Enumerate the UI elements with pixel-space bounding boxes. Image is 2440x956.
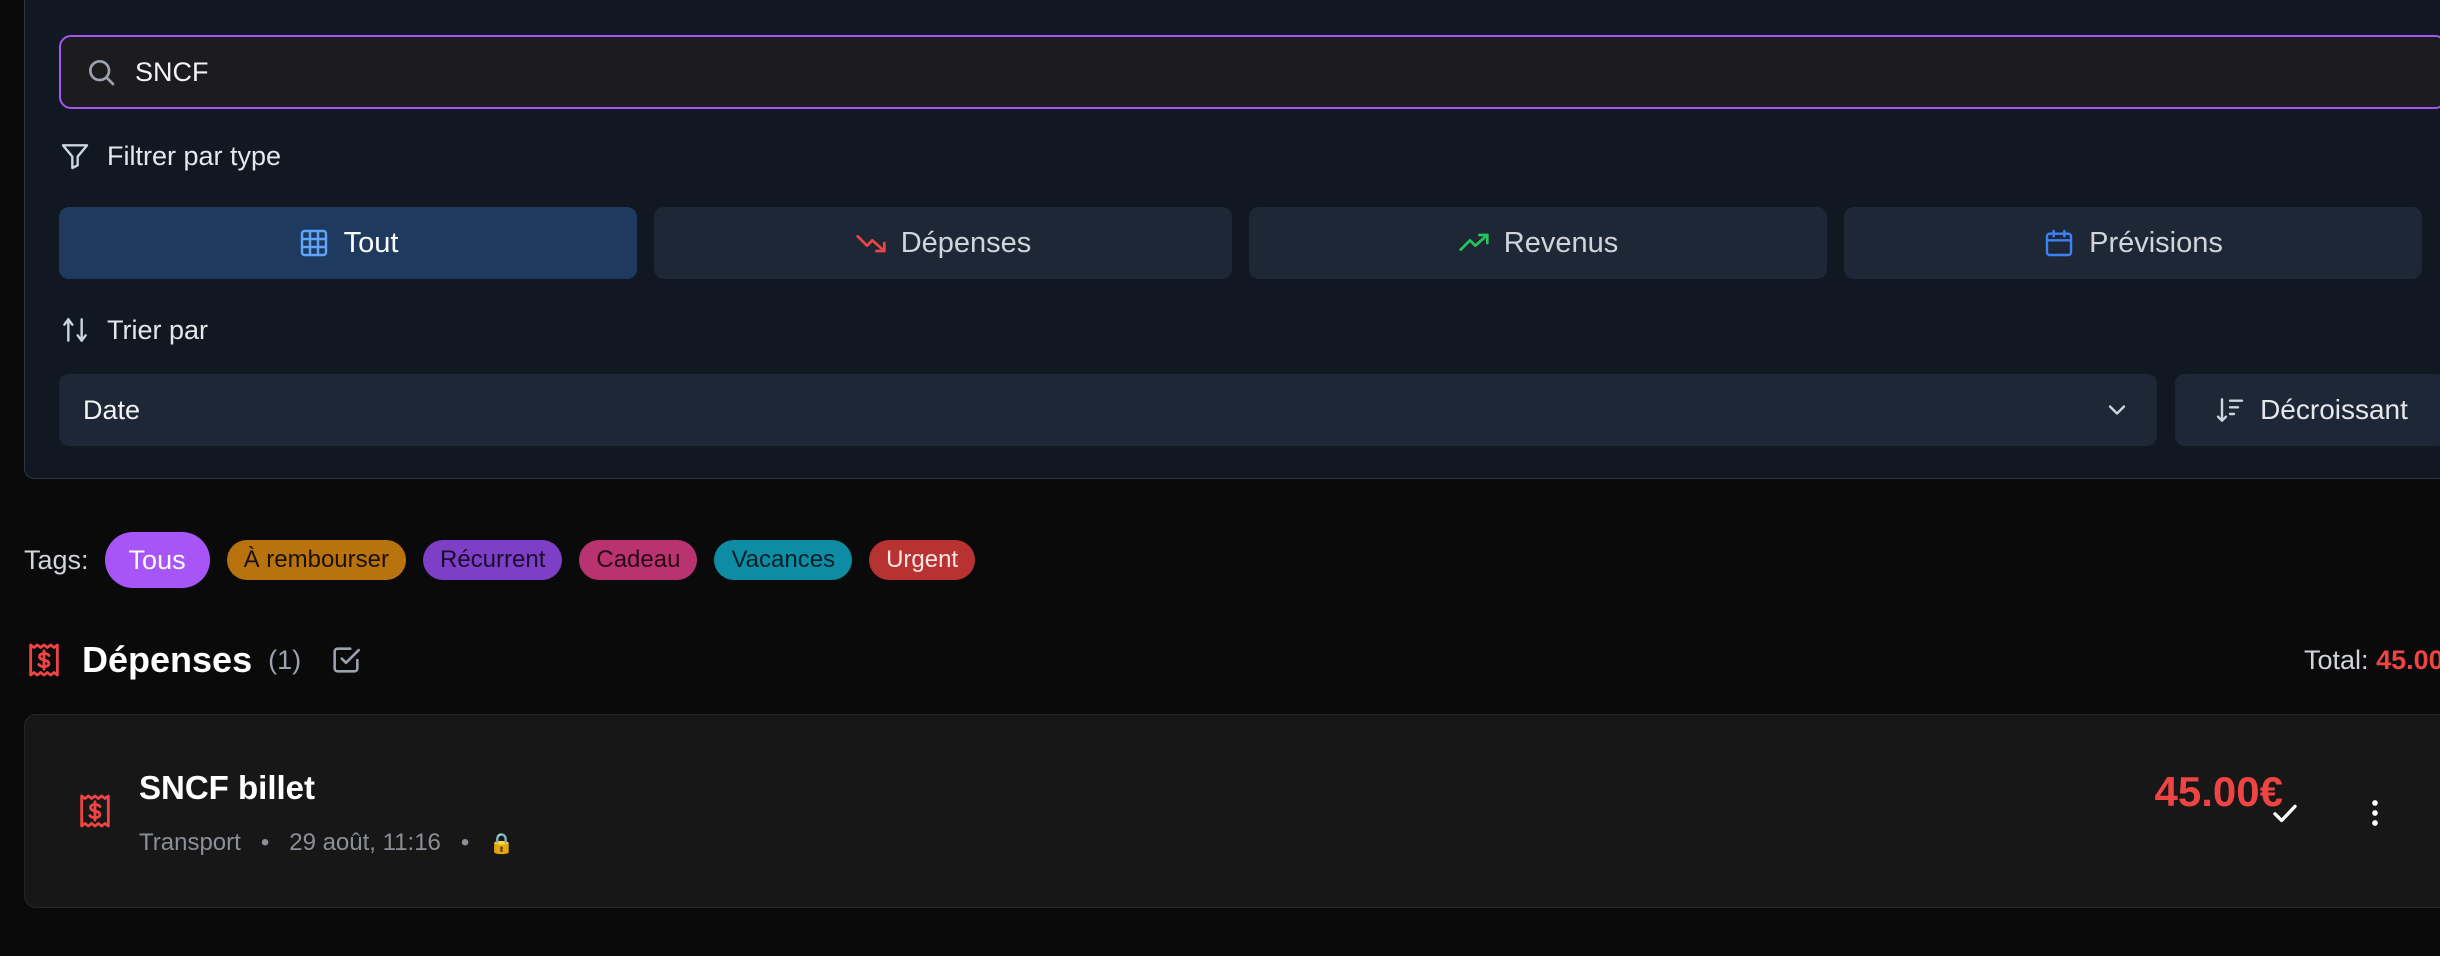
expenses-section-header: Dépenses (1) Total: 45.00€ [24, 632, 2440, 688]
filter-type-income[interactable]: Revenus [1249, 207, 1827, 279]
search-input[interactable] [135, 56, 2335, 88]
sort-label: Trier par [59, 314, 208, 346]
transaction-card[interactable]: SNCF billet Transport • 29 août, 11:16 •… [24, 714, 2440, 908]
filter-type-income-label: Revenus [1503, 226, 1619, 259]
section-title: Dépenses [82, 639, 253, 680]
more-options-icon[interactable] [2355, 793, 2395, 833]
transaction-date: 29 août, 11:16 [289, 829, 441, 856]
section-total: Total: 45.00€ [2304, 645, 2440, 676]
tag-all[interactable]: Tous [104, 532, 210, 588]
transaction-meta: Transport • 29 août, 11:16 • 🔒 [139, 829, 514, 857]
tag-vacances[interactable]: Vacances [714, 540, 853, 580]
sort-order-label: Décroissant [2260, 394, 2408, 425]
filter-label: Filtrer par type [59, 140, 281, 172]
filter-icon [59, 140, 91, 172]
total-amount: 45.00€ [2376, 644, 2440, 675]
receipt-icon [24, 640, 64, 680]
receipt-icon [75, 791, 115, 831]
separator-dot: • [260, 829, 270, 856]
filter-panel: Filtrer par type Tout Dépenses Revenus P… [24, 0, 2440, 479]
sort-descending-icon [2214, 394, 2246, 426]
trending-down-icon [855, 227, 887, 259]
tag-cadeau[interactable]: Cadeau [579, 540, 698, 580]
calendar-icon [2043, 227, 2075, 259]
search-icon [85, 56, 117, 88]
lock-icon: 🔒 [489, 832, 515, 855]
grid-icon [298, 227, 330, 259]
filter-type-expenses[interactable]: Dépenses [654, 207, 1232, 279]
section-count: (1) [268, 644, 302, 675]
transaction-category: Transport [139, 829, 241, 856]
tag-urgent[interactable]: Urgent [869, 540, 976, 580]
transaction-title: SNCF billet [139, 769, 316, 806]
tags-label: Tags: [24, 544, 89, 575]
filter-type-forecasts[interactable]: Prévisions [1844, 207, 2422, 279]
sort-field-value: Date [83, 394, 141, 425]
search-box[interactable] [59, 35, 2440, 109]
trending-up-icon [1458, 227, 1490, 259]
filter-type-expenses-label: Dépenses [900, 226, 1032, 259]
tag-a-rembourser[interactable]: À rembourser [226, 540, 406, 580]
tags-filter: Tags: Tous À rembourser Récurrent Cadeau… [24, 528, 992, 592]
sort-label-text: Trier par [107, 314, 209, 345]
total-label: Total: [2304, 644, 2369, 675]
tag-recurrent[interactable]: Récurrent [422, 540, 563, 580]
select-all-checkbox-icon[interactable] [329, 643, 363, 677]
filter-label-text: Filtrer par type [107, 140, 282, 171]
filter-type-all-label: Tout [343, 226, 399, 259]
chevron-down-icon [2103, 396, 2131, 424]
transaction-amount: 45.00€ [2154, 768, 2283, 815]
separator-dot: • [460, 829, 470, 856]
arrows-up-down-icon [59, 314, 91, 346]
sort-field-select[interactable]: Date [59, 374, 2157, 446]
check-icon[interactable] [2265, 793, 2305, 833]
filter-type-forecasts-label: Prévisions [2089, 226, 2223, 259]
sort-order-button[interactable]: Décroissant [2175, 374, 2440, 446]
filter-type-all[interactable]: Tout [59, 207, 637, 279]
